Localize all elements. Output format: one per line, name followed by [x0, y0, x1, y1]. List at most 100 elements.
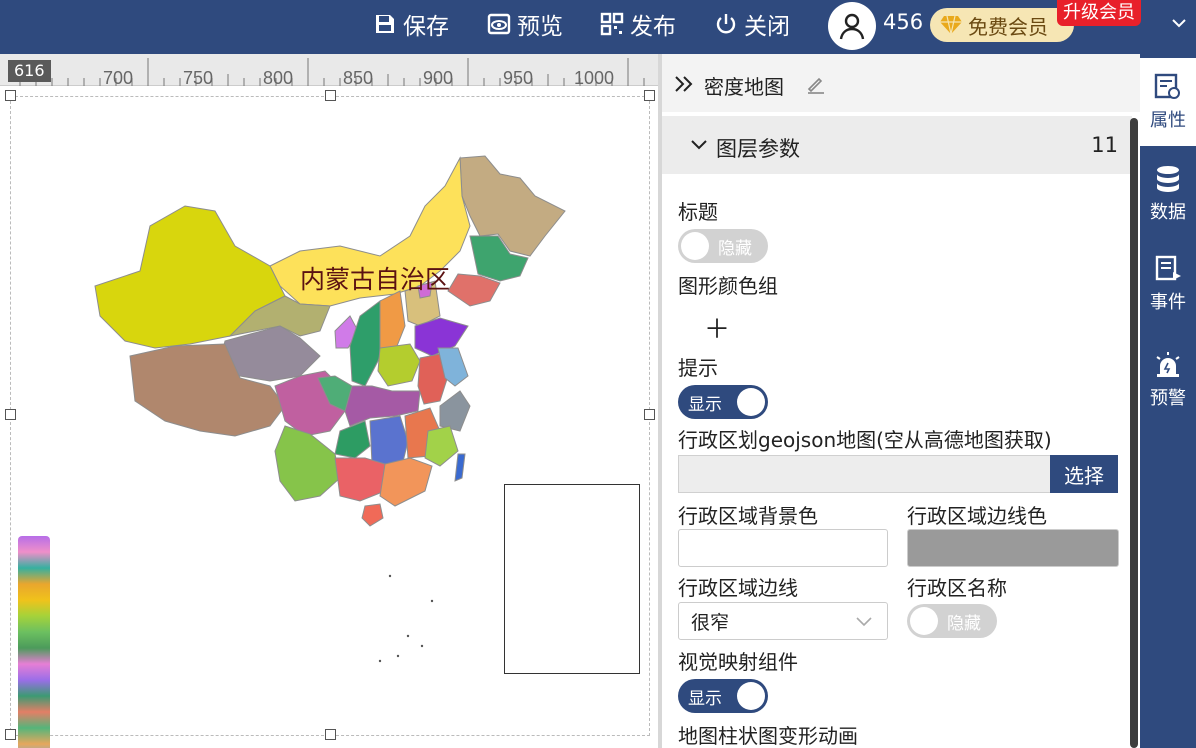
qrcode-icon: [600, 12, 624, 36]
select-button[interactable]: 选择: [1050, 455, 1118, 493]
vip-badge[interactable]: 免费会员: [930, 8, 1074, 42]
preview-button[interactable]: 预览: [487, 8, 563, 40]
power-icon: [716, 14, 736, 34]
preview-label: 预览: [517, 14, 563, 40]
border-width-select[interactable]: 很窄: [678, 602, 888, 640]
select-value: 很窄: [691, 611, 730, 634]
ruler-tick-label: 850: [343, 68, 373, 86]
map-region[interactable]: [274, 425, 341, 502]
region-name-label: 行政区名称: [907, 576, 1007, 600]
panel-title: 密度地图: [704, 75, 784, 99]
rail-label: 属性: [1150, 110, 1186, 131]
property-icon: [1154, 73, 1180, 99]
panel-header: 密度地图: [662, 54, 1140, 112]
geojson-label: 行政区划geojson地图(空从高德地图获取): [678, 428, 1052, 452]
panel-scrollbar[interactable]: [1130, 118, 1138, 748]
bar-animation-label: 地图柱状图变形动画: [678, 724, 858, 748]
save-icon: [376, 15, 394, 33]
double-chevron-right-icon[interactable]: [674, 76, 694, 92]
close-label: 关闭: [744, 14, 790, 40]
design-canvas: 700 750 800 850 900 950 1000 616 内蒙古自治区: [0, 54, 658, 748]
map-region[interactable]: [454, 453, 466, 482]
right-rail: 属性 数据 事件 预警: [1140, 54, 1196, 748]
rail-item-event[interactable]: 事件: [1140, 240, 1196, 328]
preview-icon: [487, 13, 511, 35]
toggle-knob: [737, 682, 765, 710]
rail-label: 事件: [1150, 292, 1186, 313]
section-title: 图层参数: [716, 137, 800, 161]
bg-color-picker[interactable]: [678, 529, 888, 567]
title-toggle[interactable]: 隐藏: [678, 229, 768, 263]
border-width-label: 行政区域边线: [678, 576, 798, 600]
map-region[interactable]: [379, 290, 406, 352]
geojson-input[interactable]: [678, 455, 1052, 493]
rail-item-data[interactable]: 数据: [1140, 150, 1196, 238]
ruler-position: 616: [8, 60, 51, 82]
visual-map-label: 视觉映射组件: [678, 650, 798, 674]
map-region[interactable]: [424, 425, 459, 467]
toggle-label: 隐藏: [947, 613, 981, 634]
map-region[interactable]: [379, 457, 433, 507]
close-button[interactable]: 关闭: [714, 8, 790, 40]
top-toolbar: 保存 预览 发布 关闭 456 免费会员 升级会员: [0, 0, 1196, 54]
edit-icon[interactable]: [806, 74, 826, 94]
horizontal-ruler: 700 750 800 850 900 950 1000 616: [0, 54, 658, 86]
properties-panel: 密度地图 图层参数 11 标题 隐藏 图形颜色组 ＋ 提示 显示 行政区划geo…: [662, 54, 1140, 748]
toggle-knob: [910, 607, 938, 635]
south-china-sea-inset: [504, 484, 640, 674]
map-region[interactable]: [377, 343, 421, 387]
ruler-tick-label: 800: [263, 68, 293, 86]
map-region[interactable]: [334, 420, 371, 459]
border-color-label: 行政区域边线色: [907, 504, 1047, 528]
rail-label: 预警: [1150, 388, 1186, 409]
section-count: 11: [1091, 133, 1118, 157]
rail-item-property[interactable]: 属性: [1140, 58, 1196, 146]
map-region[interactable]: [369, 415, 409, 467]
publish-button[interactable]: 发布: [600, 8, 676, 40]
ruler-tick-label: 750: [183, 68, 213, 86]
publish-label: 发布: [630, 14, 676, 40]
map-region[interactable]: [439, 390, 471, 432]
layer-params-section[interactable]: 图层参数 11: [662, 116, 1132, 174]
vip-label: 免费会员: [968, 14, 1048, 39]
save-button[interactable]: 保存: [373, 8, 449, 40]
upgrade-button[interactable]: 升级会员: [1057, 0, 1141, 26]
map-region[interactable]: [361, 503, 384, 527]
visual-map-toggle[interactable]: 显示: [678, 679, 768, 713]
event-icon: [1155, 255, 1181, 281]
diamond-icon: [940, 15, 962, 35]
title-label: 标题: [678, 200, 718, 224]
visual-map-legend[interactable]: [18, 536, 50, 748]
user-icon: [839, 13, 865, 40]
alarm-icon: [1156, 352, 1180, 377]
ruler-tick-label: 900: [423, 68, 453, 86]
toggle-label: 显示: [688, 394, 722, 415]
toggle-label: 显示: [688, 688, 722, 709]
tooltip-label: 提示: [678, 356, 718, 380]
avatar[interactable]: [828, 2, 876, 50]
tooltip-toggle[interactable]: 显示: [678, 385, 768, 419]
region-name-toggle[interactable]: 隐藏: [907, 604, 997, 638]
save-label: 保存: [403, 14, 449, 40]
ruler-tick-label: 1000: [574, 68, 614, 86]
map-region-label: 内蒙古自治区: [300, 265, 451, 294]
map-widget[interactable]: 内蒙古自治区: [0, 86, 658, 748]
ruler-ticks: 700 750 800 850 900 950 1000: [19, 58, 645, 86]
color-group-label: 图形颜色组: [678, 274, 778, 298]
rail-label: 数据: [1150, 202, 1186, 223]
border-color-picker[interactable]: [907, 529, 1119, 567]
chevron-down-icon: [856, 617, 872, 627]
chevron-down-icon: [691, 140, 707, 150]
map-region[interactable]: [334, 457, 386, 502]
chevron-down-icon[interactable]: [1170, 14, 1188, 32]
database-icon: [1157, 166, 1179, 192]
toggle-label: 隐藏: [718, 238, 752, 259]
rail-item-alarm[interactable]: 预警: [1140, 336, 1196, 424]
ruler-tick-label: 700: [103, 68, 133, 86]
ruler-tick-label: 950: [503, 68, 533, 86]
toggle-knob: [681, 232, 709, 260]
bg-color-label: 行政区域背景色: [678, 504, 818, 528]
user-id: 456: [883, 10, 924, 34]
add-color-button[interactable]: ＋: [704, 309, 730, 346]
toggle-knob: [737, 388, 765, 416]
